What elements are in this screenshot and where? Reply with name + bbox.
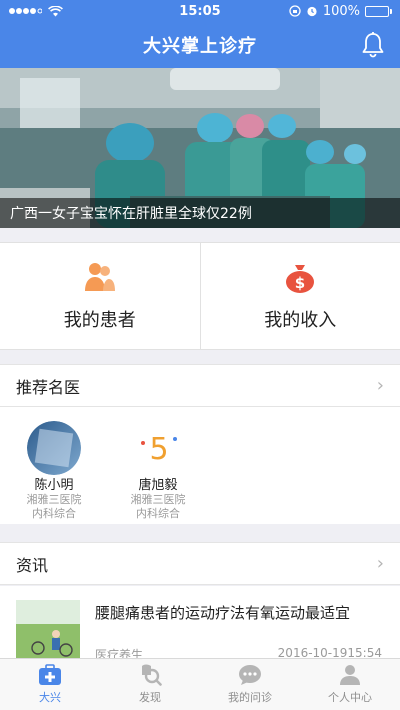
status-bar-right: 100% bbox=[289, 4, 392, 19]
news-thumbnail bbox=[16, 600, 80, 658]
tab-label: 个人中心 bbox=[328, 691, 372, 704]
my-income-button[interactable]: $ 我的收入 bbox=[199, 243, 400, 349]
news-header[interactable]: 资讯 › bbox=[0, 542, 400, 585]
battery-icon bbox=[365, 5, 392, 17]
alarm-icon bbox=[307, 6, 317, 17]
avatar: 5 bbox=[131, 421, 185, 475]
avatar bbox=[27, 421, 81, 475]
tab-daxing[interactable]: 大兴 bbox=[0, 659, 100, 710]
recommended-doctors-header[interactable]: 推荐名医 › bbox=[0, 364, 400, 407]
medical-kit-icon bbox=[39, 664, 61, 685]
tab-label: 我的问诊 bbox=[228, 691, 272, 704]
banner-caption: 广西一女子宝宝怀在肝脏里全球仅22例 bbox=[0, 198, 400, 228]
money-bag-icon: $ bbox=[286, 265, 315, 293]
tab-my-consultations[interactable]: 我的问诊 bbox=[200, 659, 300, 710]
my-income-label: 我的收入 bbox=[264, 310, 337, 331]
doctor-card[interactable]: 陈小明 湘雅三医院 内科综合 bbox=[16, 421, 92, 524]
doctor-name: 唐旭毅 bbox=[138, 478, 178, 493]
person-icon bbox=[340, 665, 360, 685]
rotation-lock-icon bbox=[289, 5, 301, 17]
nav-bar: 大兴掌上诊疗 bbox=[0, 22, 400, 68]
chevron-right-icon: › bbox=[376, 375, 384, 396]
page-title: 大兴掌上诊疗 bbox=[143, 36, 257, 57]
tab-personal-center[interactable]: 个人中心 bbox=[300, 659, 400, 710]
doctor-department: 内科综合 bbox=[32, 507, 76, 520]
status-bar: 15:05 100% bbox=[0, 0, 400, 22]
discover-search-icon bbox=[142, 664, 162, 686]
tab-bar: 大兴 发现 我的问诊 个人中心 bbox=[0, 658, 400, 710]
chat-bubble-icon bbox=[239, 665, 261, 685]
news-section-title: 资讯 bbox=[16, 555, 49, 575]
quick-actions: 我的患者 $ 我的收入 bbox=[0, 242, 400, 350]
chevron-right-icon: › bbox=[376, 553, 384, 574]
svg-text:$: $ bbox=[295, 274, 305, 292]
svg-text:5: 5 bbox=[149, 432, 168, 467]
status-bar-left bbox=[8, 5, 63, 17]
doctor-list: 陈小明 湘雅三医院 内科综合 5 唐旭毅 湘雅三医院 内科综合 bbox=[0, 407, 400, 524]
wifi-icon bbox=[48, 5, 63, 16]
tab-discover[interactable]: 发现 bbox=[100, 659, 200, 710]
tab-label: 大兴 bbox=[39, 691, 61, 704]
news-banner[interactable]: 广西一女子宝宝怀在肝脏里全球仅22例 bbox=[0, 68, 400, 228]
recommended-doctors-title: 推荐名医 bbox=[16, 377, 81, 397]
doctor-card[interactable]: 5 唐旭毅 湘雅三医院 内科综合 bbox=[120, 421, 196, 524]
bell-icon[interactable] bbox=[360, 31, 386, 59]
news-title: 腰腿痛患者的运动疗法有氧运动最适宜 bbox=[95, 604, 351, 622]
tab-label: 发现 bbox=[139, 691, 161, 704]
signal-dots-icon bbox=[9, 8, 42, 14]
my-patients-label: 我的患者 bbox=[63, 310, 136, 331]
news-list-item[interactable]: 腰腿痛患者的运动疗法有氧运动最适宜 医疗养生 2016-10-1915:54 bbox=[0, 586, 400, 662]
battery-percent: 100% bbox=[322, 3, 360, 19]
doctor-hospital: 湘雅三医院 bbox=[130, 493, 186, 506]
doctor-name: 陈小明 bbox=[34, 478, 74, 493]
doctor-hospital: 湘雅三医院 bbox=[26, 493, 82, 506]
my-patients-button[interactable]: 我的患者 bbox=[0, 243, 200, 349]
doctor-department: 内科综合 bbox=[136, 507, 180, 520]
patient-icon bbox=[84, 263, 115, 291]
